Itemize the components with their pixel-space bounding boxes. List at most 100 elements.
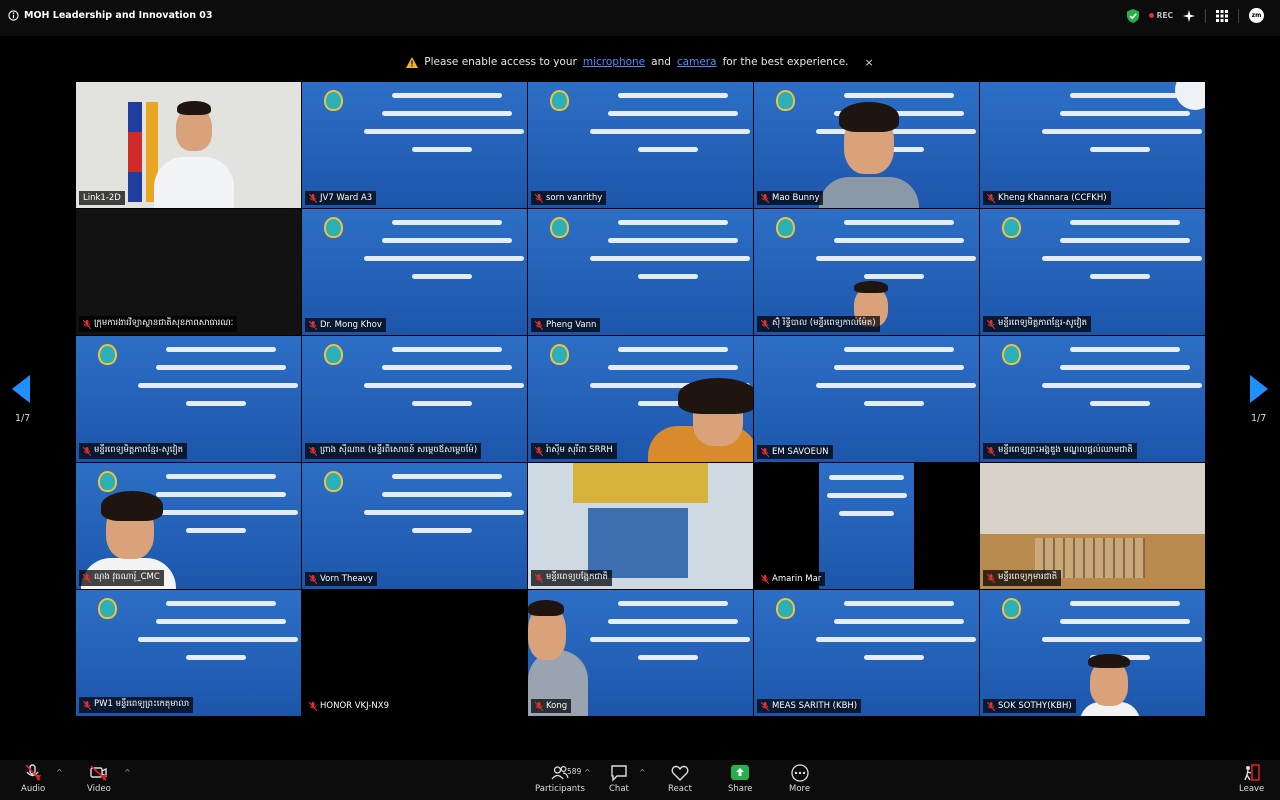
- video-label: Video: [87, 784, 111, 794]
- participant-name: MEAS SARITH (KBH): [772, 701, 858, 711]
- share-button[interactable]: Share: [728, 764, 753, 794]
- ministry-logo-icon: [776, 90, 795, 111]
- ministry-logo-icon: [98, 598, 117, 619]
- close-banner-button[interactable]: ×: [865, 56, 874, 69]
- participant-video-tile[interactable]: មន្ទីរពេទ្យព្រះអង្គឌួង មណ្ឌលផ្តល់ឈាមជាតិ: [980, 336, 1205, 462]
- participant-name: Mao Bunny: [772, 193, 820, 203]
- presentation-slide-background: [302, 463, 527, 589]
- page-indicator-left: 1/7: [15, 413, 31, 424]
- participant-video-tile[interactable]: sorn vanrithy: [528, 82, 753, 208]
- more-icon: [790, 764, 809, 782]
- presentation-slide-background: [819, 463, 914, 589]
- participant-video-tile[interactable]: មន្ទីរពេទ្យមិត្តភាពខ្មែរ-សូវៀត: [980, 209, 1205, 335]
- participant-video-tile[interactable]: រ៉ាស៊ីម សុរីដា SRRH: [528, 336, 753, 462]
- info-icon[interactable]: [8, 10, 19, 21]
- participant-name: មន្ទីរពេទ្យមិត្តភាពខ្មែរ-សូវៀត: [998, 318, 1088, 328]
- ministry-logo-icon: [324, 217, 343, 238]
- presentation-slide-background: [302, 82, 527, 208]
- recording-indicator[interactable]: REC: [1148, 11, 1173, 20]
- share-label: Share: [728, 784, 753, 794]
- shield-check-icon[interactable]: [1126, 8, 1139, 23]
- mic-muted-icon: [987, 701, 995, 711]
- participant-name: មន្ទីរពេទ្យបង្អែកជាតិ: [546, 572, 608, 582]
- participant-video-tile[interactable]: Link1-2D: [76, 82, 301, 208]
- ministry-logo-icon: [324, 90, 343, 111]
- presentation-slide-background: [528, 82, 753, 208]
- video-button[interactable]: Video: [87, 764, 111, 794]
- participant-video-tile[interactable]: ណុង វុធណារ៉ុ_CMC: [76, 463, 301, 589]
- participant-video-tile[interactable]: មន្ទីរពេទ្យកុមារជាតិ: [980, 463, 1205, 589]
- divider: [1205, 8, 1206, 23]
- video-options-chevron-icon[interactable]: ^: [124, 768, 131, 777]
- next-page-arrow-icon[interactable]: [1248, 375, 1268, 403]
- mic-muted-icon: [535, 446, 543, 456]
- participant-video-tile[interactable]: មន្ទីរពេទ្យបង្អែកជាតិ: [528, 463, 753, 589]
- participant-name-tag: មន្ទីរពេទ្យមិត្តភាពខ្មែរ-សូវៀត: [983, 316, 1092, 332]
- participant-video-tile[interactable]: EM SAVOEUN: [754, 336, 979, 462]
- participant-video-tile[interactable]: Vorn Theavy: [302, 463, 527, 589]
- participants-options-chevron-icon[interactable]: ^: [584, 768, 591, 777]
- participant-video-tile[interactable]: Dr. Mong Khov: [302, 209, 527, 335]
- participant-video-tile[interactable]: Kheng Khannara (CCFKH): [980, 82, 1205, 208]
- mic-muted-icon: [761, 193, 769, 203]
- participant-video-tile[interactable]: ស៊ុំ រិទ្ធិបាល (មន្ទីរពេទ្យកាល់ម៉ែត): [754, 209, 979, 335]
- participant-name-tag: ណុង វុធណារ៉ុ_CMC: [79, 570, 164, 586]
- participant-video-tile[interactable]: JV7 Ward A3: [302, 82, 527, 208]
- participant-video-tile[interactable]: ក្រុមការងារវិទ្យាស្ថានជាតិសុខភាពសាធារណៈ: [76, 209, 301, 335]
- participant-name: SOK SOTHY(KBH): [998, 701, 1072, 711]
- participant-video-tile[interactable]: Pheng Vann: [528, 209, 753, 335]
- mic-muted-icon: [309, 701, 317, 711]
- mic-muted-icon: [761, 574, 769, 584]
- participant-video-tile[interactable]: MEAS SARITH (KBH): [754, 590, 979, 716]
- participant-name-tag: MEAS SARITH (KBH): [757, 699, 862, 713]
- mic-muted-icon: [25, 764, 42, 781]
- participant-name: sorn vanrithy: [546, 193, 603, 203]
- participant-name-tag: រ៉ាស៊ីម សុរីដា SRRH: [531, 443, 617, 459]
- audio-options-chevron-icon[interactable]: ^: [56, 768, 63, 777]
- mic-muted-icon: [309, 574, 317, 584]
- camera-link[interactable]: camera: [677, 56, 717, 68]
- participant-video-tile[interactable]: PW1 មន្ទីរពេទ្យព្រះកេតុមាលា: [76, 590, 301, 716]
- mic-muted-icon: [535, 193, 543, 203]
- mic-muted-icon: [83, 446, 91, 456]
- meeting-title-area: MOH Leadership and Innovation 03: [8, 10, 213, 21]
- participant-name: Kong: [546, 701, 568, 711]
- participant-video-tile[interactable]: Kong: [528, 590, 753, 716]
- ai-companion-icon[interactable]: [1183, 9, 1195, 22]
- participant-name-tag: Vorn Theavy: [305, 572, 377, 586]
- participant-name: មន្ទីរពេទ្យកុមារជាតិ: [998, 572, 1058, 582]
- participant-name: ក្រុមការងារវិទ្យាស្ថានជាតិសុខភាពសាធារណៈ: [94, 318, 234, 328]
- participant-video-tile[interactable]: HONOR VKJ-NX9: [302, 590, 527, 716]
- participant-name-tag: sorn vanrithy: [531, 191, 607, 205]
- presentation-slide-background: [528, 209, 753, 335]
- participant-name-tag: Pheng Vann: [531, 318, 601, 332]
- ministry-logo-icon: [1002, 217, 1021, 238]
- participant-name-tag: PW1 មន្ទីរពេទ្យព្រះកេតុមាលា: [79, 697, 194, 713]
- ministry-logo-icon: [776, 217, 795, 238]
- more-label: More: [789, 784, 811, 794]
- participant-video-tile[interactable]: SOK SOTHY(KBH): [980, 590, 1205, 716]
- chat-button[interactable]: Chat: [609, 764, 629, 794]
- presentation-slide-background: [302, 209, 527, 335]
- more-button[interactable]: More: [789, 764, 810, 794]
- participant-video-tile[interactable]: Mao Bunny: [754, 82, 979, 208]
- banner-text-and: and: [651, 56, 671, 68]
- react-button[interactable]: React: [668, 764, 692, 794]
- participant-video-tile[interactable]: ព្រាង ស៊ីណាត (មន្ទីរពិសោធន៍ សម្ដេចឪសម្ដេ…: [302, 336, 527, 462]
- leave-button[interactable]: Leave: [1239, 764, 1264, 794]
- permission-banner: Please enable access to your microphone …: [0, 50, 1280, 74]
- microphone-link[interactable]: microphone: [583, 56, 645, 68]
- participant-name-tag: ព្រាង ស៊ីណាត (មន្ទីរពិសោធន៍ សម្ដេចឪសម្ដេ…: [305, 443, 482, 459]
- meeting-toolbar: Audio ^ Video ^ Participants 589 ^ Chat …: [0, 760, 1280, 800]
- participant-name: EM SAVOEUN: [772, 447, 829, 457]
- view-grid-icon[interactable]: [1216, 9, 1228, 22]
- ministry-logo-icon: [1002, 344, 1021, 365]
- previous-page-arrow-icon[interactable]: [12, 375, 32, 403]
- ministry-logo-icon: [324, 344, 343, 365]
- user-avatar[interactable]: zm: [1249, 8, 1264, 23]
- chat-options-chevron-icon[interactable]: ^: [639, 768, 646, 777]
- participant-video-tile[interactable]: Amarin Mar: [754, 463, 979, 589]
- participant-video-tile[interactable]: មន្ទីរពេទ្យមិត្តភាពខ្មែរ-សូវៀត: [76, 336, 301, 462]
- banner-text-after: for the best experience.: [722, 56, 849, 68]
- audio-button[interactable]: Audio: [21, 764, 45, 794]
